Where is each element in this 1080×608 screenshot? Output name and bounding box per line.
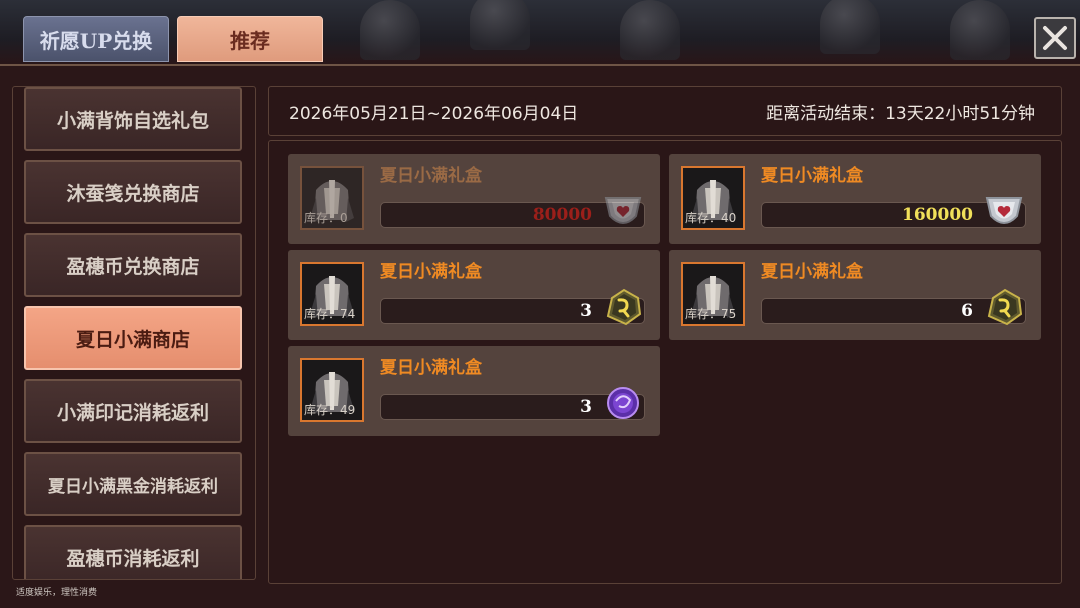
- sidebar-item-yingsui-rebate[interactable]: 盈穗币消耗返利: [24, 525, 242, 579]
- shop-item-card[interactable]: 库存：74 夏日小满礼盒 3: [288, 250, 660, 340]
- item-price: 160000: [902, 205, 973, 225]
- gold-rune-stone-icon: [606, 288, 642, 326]
- background-statue: [950, 0, 1010, 60]
- silver-shield-heart-icon: [985, 197, 1023, 224]
- item-title: 夏日小满礼盒: [761, 166, 863, 186]
- item-title: 夏日小满礼盒: [380, 166, 482, 186]
- background-statue: [620, 0, 680, 60]
- shop-item-card[interactable]: 库存：75 夏日小满礼盒 6: [669, 250, 1041, 340]
- item-price: 6: [961, 301, 973, 321]
- gold-rune-stone-icon: [987, 288, 1023, 326]
- item-price: 80000: [532, 205, 592, 225]
- item-thumbnail: 库存：75: [681, 262, 745, 326]
- event-countdown: 距离活动结束：13天22小时51分钟: [766, 103, 1035, 124]
- item-price: 3: [580, 301, 592, 321]
- item-price: 3: [580, 397, 592, 417]
- background-statue: [360, 0, 420, 60]
- health-notice: 适度娱乐，理性消费: [16, 588, 98, 598]
- tab-wish-up-exchange[interactable]: 祈愿UP兑换: [23, 16, 169, 62]
- item-thumbnail: 库存：40: [681, 166, 745, 230]
- sidebar-item-summer-shop[interactable]: 夏日小满商店: [24, 306, 242, 370]
- item-thumbnail: 库存：74: [300, 262, 364, 326]
- shop-item-grid: 库存：0 夏日小满礼盒 80000 库存：40 夏日小满礼盒 160000 库存…: [268, 140, 1062, 584]
- sidebar-item-mucanjian-shop[interactable]: 沐蚕笺兑换商店: [24, 160, 242, 224]
- sidebar-item-backpiece-gift[interactable]: 小满背饰自选礼包: [24, 87, 242, 151]
- shop-item-card[interactable]: 库存：40 夏日小满礼盒 160000: [669, 154, 1041, 244]
- shop-item-card[interactable]: 库存：0 夏日小满礼盒 80000: [288, 154, 660, 244]
- background-statue: [820, 0, 880, 54]
- shop-sidebar: 小满背饰自选礼包 沐蚕笺兑换商店 盈穗币兑换商店 夏日小满商店 小满印记消耗返利…: [12, 86, 256, 580]
- purple-orb-icon: [607, 387, 639, 419]
- shop-item-card[interactable]: 库存：49 夏日小满礼盒 3: [288, 346, 660, 436]
- item-stock: 库存：75: [685, 307, 737, 321]
- item-stock: 库存：49: [304, 403, 356, 417]
- item-title: 夏日小满礼盒: [380, 358, 482, 378]
- silver-shield-heart-icon: [604, 197, 642, 224]
- event-date-range: 2026年05月21日~2026年06月04日: [289, 103, 579, 124]
- tab-recommended[interactable]: 推荐: [177, 16, 323, 62]
- close-button[interactable]: [1034, 17, 1076, 59]
- sidebar-item-blackgold-rebate[interactable]: 夏日小满黑金消耗返利: [24, 452, 242, 516]
- sidebar-item-seal-rebate[interactable]: 小满印记消耗返利: [24, 379, 242, 443]
- background-statue: [470, 0, 530, 50]
- sidebar-item-yingsui-shop[interactable]: 盈穗币兑换商店: [24, 233, 242, 297]
- item-title: 夏日小满礼盒: [761, 262, 863, 282]
- item-title: 夏日小满礼盒: [380, 262, 482, 282]
- item-thumbnail: 库存：0: [300, 166, 364, 230]
- event-time-bar: 2026年05月21日~2026年06月04日 距离活动结束：13天22小时51…: [268, 86, 1062, 136]
- close-icon: [1043, 26, 1067, 50]
- item-thumbnail: 库存：49: [300, 358, 364, 422]
- item-stock: 库存：0: [304, 211, 348, 225]
- item-stock: 库存：40: [685, 211, 737, 225]
- item-stock: 库存：74: [304, 307, 356, 321]
